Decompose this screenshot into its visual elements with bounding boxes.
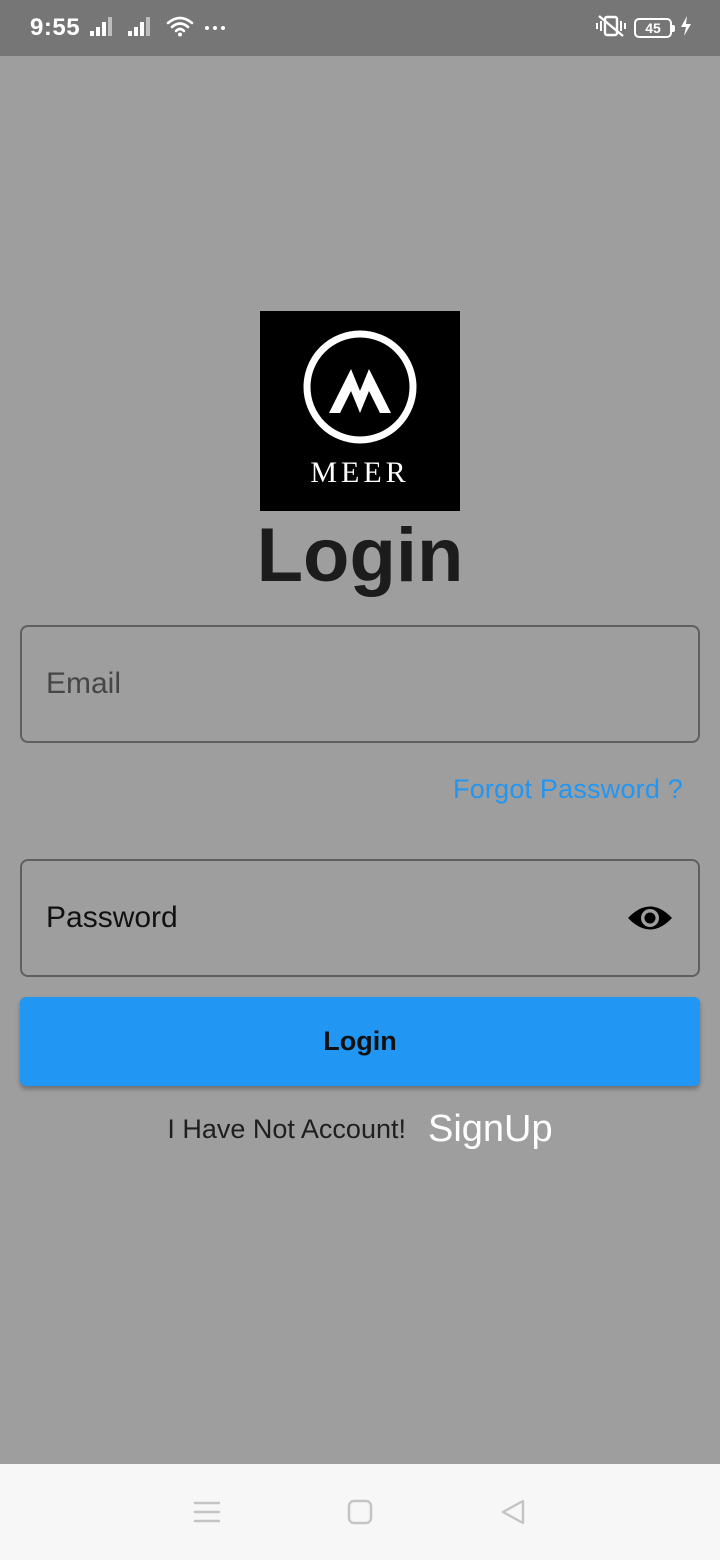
forgot-password-link[interactable]: Forgot Password ? (453, 774, 683, 805)
logo-text: MEER (310, 456, 410, 489)
battery-icon: 45 (634, 18, 675, 38)
eye-icon[interactable] (626, 901, 674, 935)
status-left: 9:55 (30, 14, 226, 42)
email-input[interactable] (46, 667, 674, 701)
signal-icon (90, 16, 118, 41)
meer-m-logo-icon (302, 329, 418, 450)
page-title: Login (256, 513, 464, 598)
charging-icon (680, 15, 692, 41)
signal-icon (128, 16, 156, 41)
login-button[interactable]: Login (20, 997, 700, 1086)
password-input[interactable] (46, 901, 626, 935)
more-dots-icon (204, 19, 226, 37)
email-field[interactable] (20, 625, 700, 743)
vibrate-off-icon (596, 14, 626, 43)
home-square-icon[interactable] (335, 1487, 385, 1537)
battery-level: 45 (645, 20, 661, 36)
status-bar: 9:55 45 (0, 0, 720, 56)
password-field[interactable] (20, 859, 700, 977)
back-triangle-icon[interactable] (488, 1487, 538, 1537)
navigation-bar (0, 1464, 720, 1560)
signup-prompt: I Have Not Account! (167, 1114, 406, 1144)
signup-row: I Have Not Account! SignUp (0, 1108, 720, 1151)
menu-icon[interactable] (182, 1487, 232, 1537)
status-time: 9:55 (30, 14, 81, 41)
wifi-icon (166, 15, 194, 42)
signup-link[interactable]: SignUp (428, 1108, 553, 1151)
status-right: 45 (596, 14, 692, 43)
meer-logo: MEER (260, 311, 460, 511)
